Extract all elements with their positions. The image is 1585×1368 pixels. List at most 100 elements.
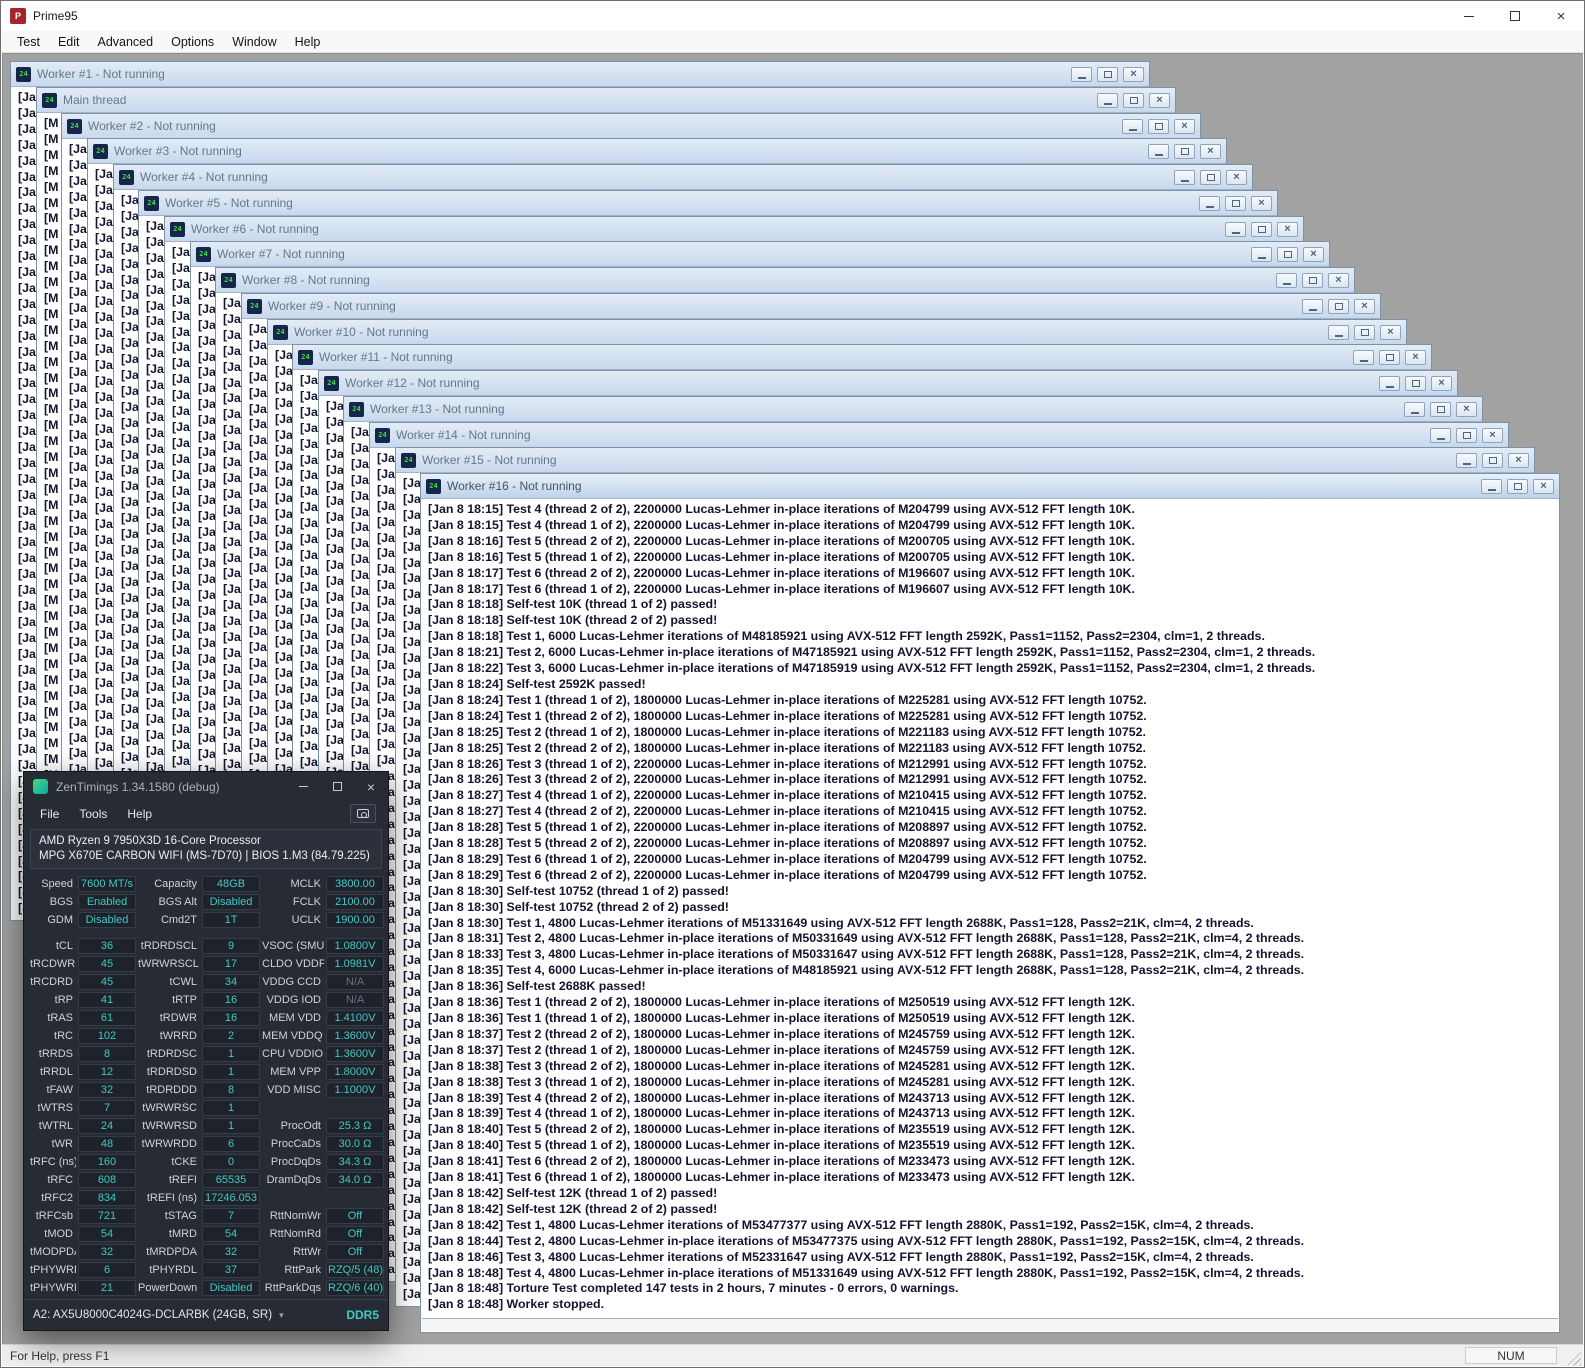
close-icon: ×	[1258, 196, 1265, 209]
worker-title-bar[interactable]: 24 Worker #15 - Not running ×	[396, 448, 1534, 473]
worker-title-bar[interactable]: 24 Worker #14 - Not running ×	[370, 423, 1508, 448]
worker-maximize-button[interactable]	[1430, 401, 1451, 417]
worker-minimize-button[interactable]	[1097, 92, 1118, 108]
zt-timing-value: 16	[202, 992, 260, 1008]
menu-advanced[interactable]: Advanced	[88, 32, 162, 52]
worker-maximize-button[interactable]	[1174, 143, 1195, 159]
worker-minimize-button[interactable]	[1328, 324, 1349, 340]
worker-title-bar[interactable]: 24 Worker #5 - Not running ×	[139, 191, 1277, 216]
worker-minimize-button[interactable]	[1251, 246, 1272, 262]
worker-title-bar[interactable]: 24 Worker #8 - Not running ×	[216, 268, 1354, 293]
worker-title-bar[interactable]: 24 Worker #7 - Not running ×	[191, 242, 1329, 267]
minimize-icon	[1180, 179, 1189, 182]
worker-close-button[interactable]: ×	[1380, 324, 1401, 340]
worker-title-bar[interactable]: 24 Worker #4 - Not running ×	[114, 165, 1252, 190]
worker-maximize-button[interactable]	[1123, 92, 1144, 108]
worker-maximize-button[interactable]	[1251, 221, 1272, 237]
worker-maximize-button[interactable]	[1482, 452, 1503, 468]
worker-close-button[interactable]: ×	[1431, 375, 1452, 391]
worker-close-button[interactable]: ×	[1251, 195, 1272, 211]
zt-timing-label: DramDqDs	[266, 1174, 321, 1186]
horizontal-scrollbar[interactable]	[422, 1318, 1558, 1331]
zt-menu-help[interactable]: Help	[117, 805, 162, 823]
zentimings-title-bar[interactable]: ZenTimings 1.34.1580 (debug) ×	[24, 772, 388, 801]
worker-close-button[interactable]: ×	[1149, 92, 1170, 108]
worker-close-button[interactable]: ×	[1482, 427, 1503, 443]
worker-maximize-button[interactable]	[1456, 427, 1477, 443]
worker-maximize-button[interactable]	[1354, 324, 1375, 340]
worker-icon: 24	[196, 246, 211, 262]
menu-options[interactable]: Options	[162, 32, 223, 52]
worker-title-bar[interactable]: 24 Worker #6 - Not running ×	[165, 217, 1303, 242]
worker-maximize-button[interactable]	[1507, 478, 1528, 494]
zentimings-minimize-button[interactable]	[286, 772, 320, 801]
zt-menu-file[interactable]: File	[30, 805, 69, 823]
zentimings-close-button[interactable]: ×	[354, 772, 388, 801]
worker-close-button[interactable]: ×	[1328, 272, 1349, 288]
worker-minimize-button[interactable]	[1199, 195, 1220, 211]
worker-title-bar[interactable]: 24 Worker #9 - Not running ×	[242, 294, 1380, 319]
worker-minimize-button[interactable]	[1071, 66, 1092, 82]
worker-title-bar[interactable]: 24 Worker #10 - Not running ×	[268, 320, 1406, 345]
worker-close-button[interactable]: ×	[1456, 401, 1477, 417]
worker-minimize-button[interactable]	[1174, 169, 1195, 185]
worker-close-button[interactable]: ×	[1200, 143, 1221, 159]
worker-title-bar[interactable]: 24 Worker #1 - Not running ×	[11, 62, 1149, 87]
motherboard-name: MPG X670E CARBON WIFI (MS-7D70) | BIOS 1…	[39, 850, 370, 862]
worker-minimize-button[interactable]	[1379, 375, 1400, 391]
worker-minimize-button[interactable]	[1302, 298, 1323, 314]
maximize-button[interactable]	[1492, 1, 1538, 31]
worker-minimize-button[interactable]	[1225, 221, 1246, 237]
close-icon: ×	[1335, 273, 1342, 286]
worker-close-button[interactable]: ×	[1405, 349, 1426, 365]
worker-maximize-button[interactable]	[1200, 169, 1221, 185]
zentimings-window[interactable]: ZenTimings 1.34.1580 (debug) × File Tools…	[23, 771, 389, 1331]
worker-maximize-button[interactable]	[1328, 298, 1349, 314]
zt-timing-value: 8	[202, 1082, 260, 1098]
worker-maximize-button[interactable]	[1225, 195, 1246, 211]
zt-menu-tools[interactable]: Tools	[69, 805, 117, 823]
worker-minimize-button[interactable]	[1481, 478, 1502, 494]
zentimings-maximize-button[interactable]	[320, 772, 354, 801]
resize-grip[interactable]	[1567, 1351, 1581, 1366]
worker-title-bar[interactable]: 24 Worker #12 - Not running ×	[319, 371, 1457, 396]
worker-title-bar[interactable]: 24 Worker #3 - Not running ×	[88, 139, 1226, 164]
worker-title-bar[interactable]: 24 Worker #13 - Not running ×	[344, 397, 1482, 422]
worker-maximize-button[interactable]	[1277, 246, 1298, 262]
worker-minimize-button[interactable]	[1148, 143, 1169, 159]
worker-title-bar[interactable]: 24 Worker #16 - Not running ×	[421, 474, 1559, 499]
worker-close-button[interactable]: ×	[1226, 169, 1247, 185]
worker-title-bar[interactable]: 24 Worker #2 - Not running ×	[62, 114, 1200, 139]
menu-window[interactable]: Window	[223, 32, 285, 52]
worker-minimize-button[interactable]	[1456, 452, 1477, 468]
worker-close-button[interactable]: ×	[1174, 118, 1195, 134]
worker-minimize-button[interactable]	[1404, 401, 1425, 417]
worker-window[interactable]: 24 Worker #16 - Not running × [Jan 8 18:…	[420, 473, 1560, 1333]
worker-minimize-button[interactable]	[1430, 427, 1451, 443]
worker-title-bar[interactable]: 24 Worker #11 - Not running ×	[293, 345, 1431, 370]
worker-minimize-button[interactable]	[1353, 349, 1374, 365]
worker-minimize-button[interactable]	[1276, 272, 1297, 288]
ram-module-selector[interactable]: A2: AX5U8000C4024G-DCLARBK (24GB, SR) ▾	[33, 1309, 284, 1321]
worker-maximize-button[interactable]	[1379, 349, 1400, 365]
close-button[interactable]: ×	[1538, 1, 1584, 31]
worker-title-bar[interactable]: 24 Main thread ×	[37, 88, 1175, 113]
menu-test[interactable]: Test	[8, 32, 49, 52]
minimize-icon	[1385, 385, 1394, 388]
worker-close-button[interactable]: ×	[1303, 246, 1324, 262]
worker-minimize-button[interactable]	[1122, 118, 1143, 134]
minimize-button[interactable]	[1446, 1, 1492, 31]
menu-edit[interactable]: Edit	[49, 32, 89, 52]
worker-close-button[interactable]: ×	[1354, 298, 1375, 314]
worker-maximize-button[interactable]	[1148, 118, 1169, 134]
menu-help[interactable]: Help	[286, 32, 330, 52]
worker-maximize-button[interactable]	[1097, 66, 1118, 82]
zentimings-screenshot-button[interactable]	[350, 804, 376, 823]
worker-close-button[interactable]: ×	[1508, 452, 1529, 468]
worker-close-button[interactable]: ×	[1533, 478, 1554, 494]
worker-close-button[interactable]: ×	[1123, 66, 1144, 82]
zt-timing-value: 1.4100V	[326, 1010, 384, 1026]
worker-maximize-button[interactable]	[1405, 375, 1426, 391]
worker-close-button[interactable]: ×	[1277, 221, 1298, 237]
worker-maximize-button[interactable]	[1302, 272, 1323, 288]
